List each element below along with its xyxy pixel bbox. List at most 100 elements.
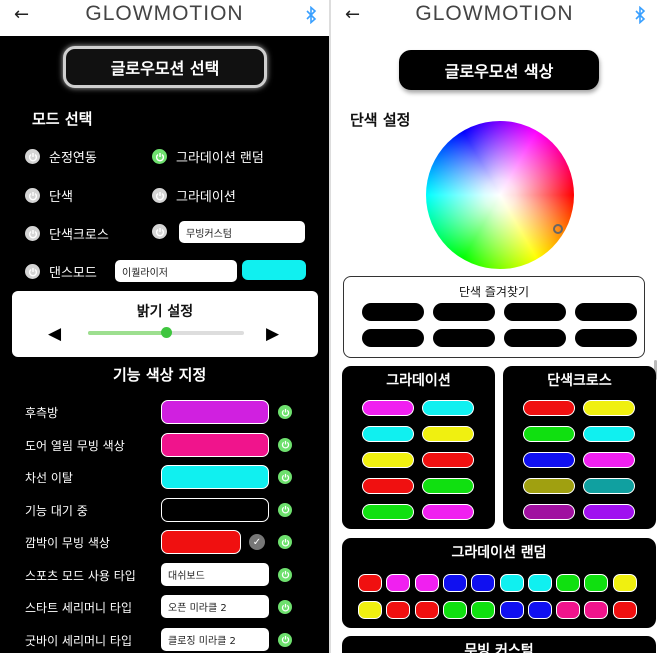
function-color-swatch[interactable] — [161, 530, 241, 554]
solid-cross-title: 단색크로스 — [547, 373, 612, 389]
power-icon[interactable] — [278, 535, 292, 549]
color-wheel[interactable] — [426, 121, 574, 269]
solid-cross-swatch[interactable] — [583, 504, 635, 520]
check-icon[interactable]: ✓ — [249, 534, 265, 550]
gradation-swatch[interactable] — [362, 504, 414, 520]
power-icon[interactable] — [152, 224, 167, 239]
random-gradation-swatch[interactable] — [527, 601, 552, 619]
favorite-slot[interactable] — [433, 303, 495, 321]
random-gradation-swatch[interactable] — [442, 574, 467, 592]
power-icon[interactable] — [25, 264, 40, 279]
mode-option[interactable]: 그라데이션 랜덤 — [152, 147, 264, 166]
favorite-slot[interactable] — [362, 329, 424, 347]
function-value-field[interactable]: 대쉬보드 — [161, 562, 269, 586]
function-label: 스타트 세리머니 타입 — [25, 601, 132, 615]
power-icon[interactable] — [278, 470, 292, 484]
mode-option[interactable]: 그라데이션 — [152, 186, 236, 205]
random-gradation-swatch[interactable] — [556, 574, 581, 592]
mode-input[interactable]: 무빙커스텀 — [179, 221, 305, 243]
gradation-swatch[interactable] — [362, 452, 414, 468]
gradation-swatch[interactable] — [362, 478, 414, 494]
favorites-panel: 단색 즐겨찾기 — [343, 276, 645, 358]
solid-cross-swatch[interactable] — [523, 504, 575, 520]
power-icon[interactable] — [25, 188, 40, 203]
power-icon[interactable] — [278, 437, 292, 452]
gradation-swatch[interactable] — [422, 400, 474, 416]
random-gradation-swatch[interactable] — [358, 601, 382, 619]
favorite-slot[interactable] — [575, 329, 637, 347]
random-gradation-swatch[interactable] — [386, 601, 411, 619]
power-icon[interactable] — [152, 149, 167, 164]
title-button[interactable]: 글로우모션 색상 — [399, 50, 599, 90]
mode-option[interactable]: 단색크로스 — [25, 224, 109, 243]
random-gradation-swatch[interactable] — [584, 601, 609, 619]
function-color-swatch[interactable] — [161, 400, 269, 424]
random-gradation-swatch[interactable] — [471, 574, 496, 592]
function-value-field[interactable]: 클로징 미라클 2 — [161, 627, 269, 651]
gradation-swatch[interactable] — [362, 426, 414, 442]
favorite-slot[interactable] — [433, 329, 495, 347]
random-gradation-swatch[interactable] — [386, 574, 411, 592]
function-color-swatch[interactable] — [161, 465, 269, 489]
power-icon[interactable] — [278, 502, 292, 517]
function-value-field[interactable]: 오픈 미라클 2 — [161, 595, 269, 618]
solid-cross-swatch[interactable] — [523, 452, 575, 468]
function-color-swatch[interactable] — [161, 497, 269, 522]
power-icon[interactable] — [278, 632, 292, 647]
power-icon[interactable] — [278, 600, 292, 614]
mode-input[interactable]: 이퀄라이저 — [115, 260, 237, 282]
power-icon[interactable] — [152, 188, 167, 203]
random-gradation-swatch[interactable] — [584, 574, 609, 592]
power-icon[interactable] — [278, 567, 292, 582]
title-button[interactable]: 글로우모션 선택 — [63, 46, 267, 88]
gradation-panel: 그라데이션 — [342, 366, 495, 529]
random-gradation-swatch[interactable] — [442, 601, 467, 619]
gradation-swatch[interactable] — [422, 504, 474, 520]
solid-cross-swatch[interactable] — [523, 478, 575, 494]
mode-option[interactable]: 순정연동 — [25, 147, 97, 166]
power-icon[interactable] — [278, 405, 292, 419]
bluetooth-icon[interactable] — [305, 6, 317, 24]
random-gradation-swatch[interactable] — [499, 601, 524, 619]
solid-cross-swatch[interactable] — [523, 426, 575, 442]
brightness-knob[interactable] — [161, 327, 172, 338]
arrow-left-icon[interactable]: ◀ — [48, 324, 61, 344]
random-gradation-swatch[interactable] — [414, 601, 439, 619]
solid-cross-swatch[interactable] — [523, 400, 575, 416]
wheel-marker[interactable] — [553, 224, 563, 234]
random-gradation-swatch[interactable] — [499, 574, 524, 592]
random-gradation-swatch[interactable] — [414, 574, 439, 592]
brightness-slider[interactable] — [88, 327, 244, 338]
favorite-slot[interactable] — [504, 303, 566, 321]
function-label: 도어 열림 무빙 색상 — [25, 438, 125, 453]
bluetooth-icon[interactable] — [634, 6, 646, 24]
solid-cross-swatch[interactable] — [583, 452, 635, 468]
favorite-slot[interactable] — [504, 329, 566, 347]
mode-option[interactable] — [152, 224, 176, 239]
favorite-slot[interactable] — [362, 303, 424, 321]
solid-cross-swatch[interactable] — [583, 400, 635, 416]
power-icon[interactable] — [25, 149, 40, 164]
arrow-right-icon[interactable]: ▶ — [266, 324, 279, 344]
random-gradation-swatch[interactable] — [612, 601, 637, 619]
function-label: 굿바이 세리머니 타입 — [25, 633, 132, 648]
random-gradation-swatch[interactable] — [471, 601, 496, 619]
solid-cross-swatch[interactable] — [583, 426, 635, 442]
mode-color-swatch[interactable] — [242, 260, 306, 280]
function-color-swatch[interactable] — [161, 432, 269, 457]
mode-option[interactable]: 단색 — [25, 186, 73, 205]
favorite-slot[interactable] — [575, 303, 637, 321]
random-gradation-swatch[interactable] — [358, 574, 382, 592]
random-gradation-swatch[interactable] — [556, 601, 581, 619]
solid-cross-swatch[interactable] — [583, 478, 635, 494]
mode-label: 그라데이션 — [176, 190, 236, 205]
gradation-swatch[interactable] — [362, 400, 414, 416]
gradation-swatch[interactable] — [422, 452, 474, 468]
power-icon[interactable] — [25, 226, 40, 241]
random-gradation-swatch[interactable] — [612, 574, 637, 592]
gradation-swatch[interactable] — [422, 426, 474, 442]
random-gradation-swatch[interactable] — [527, 574, 552, 592]
gradation-swatch[interactable] — [422, 478, 474, 494]
mode-option[interactable]: 댄스모드 — [25, 262, 97, 281]
gradation-title: 그라데이션 — [386, 373, 451, 389]
